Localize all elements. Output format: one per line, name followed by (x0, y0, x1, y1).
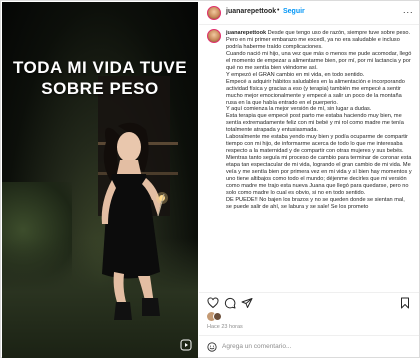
username-link[interactable]: juanarepettook (226, 8, 276, 15)
comment-bar: Agrega un comentario... (199, 335, 419, 358)
comment-input[interactable]: Agrega un comentario... (222, 343, 291, 350)
action-bar (199, 292, 419, 313)
post-side-panel: juanarepettook • Seguir ... juanarepetto… (199, 2, 419, 358)
comment-icon[interactable] (224, 297, 236, 309)
avatar[interactable] (207, 29, 221, 43)
more-options-icon[interactable]: ... (403, 5, 414, 15)
post-overlay-text: TODA MI VIDA TUVE SOBRE PESO (12, 58, 188, 98)
caption-comment: juanarepettook Desde que tengo uso de ra… (207, 29, 412, 291)
post-timestamp[interactable]: Hace 23 horas (207, 324, 243, 330)
reel-icon[interactable] (180, 339, 192, 351)
caption-text: juanarepettook Desde que tengo uso de ra… (226, 30, 412, 211)
avatar (213, 312, 222, 321)
woman-figure (101, 122, 168, 320)
post-header: juanarepettook • Seguir ... (199, 2, 419, 25)
caption-username[interactable]: juanarepettook (226, 30, 266, 36)
post-image[interactable]: TODA MI VIDA TUVE SOBRE PESO (2, 2, 198, 358)
instagram-post: TODA MI VIDA TUVE SOBRE PESO juanarepett… (0, 0, 420, 358)
follow-button[interactable]: Seguir (283, 8, 305, 15)
bookmark-icon[interactable] (399, 297, 411, 309)
share-icon[interactable] (241, 297, 253, 309)
emoji-icon[interactable] (207, 342, 217, 352)
separator-dot: • (277, 7, 280, 14)
avatar[interactable] (207, 6, 221, 20)
caption-body: Desde que tengo uso de razón, siempre tu… (226, 30, 412, 210)
heart-icon[interactable] (207, 297, 219, 309)
